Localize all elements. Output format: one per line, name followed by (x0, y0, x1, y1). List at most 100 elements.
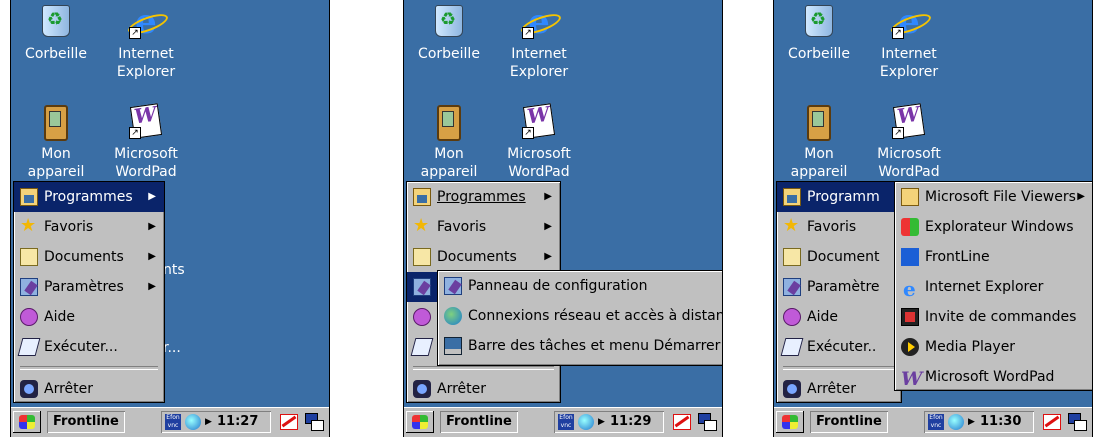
vnc-icon[interactable]: Efon vnc (165, 414, 181, 430)
submenu-item-control-panel[interactable]: Panneau de configuration (438, 271, 722, 301)
device-icon (437, 105, 461, 141)
switch-windows-icon[interactable] (696, 411, 718, 433)
menu-item-favorites[interactable]: Favoris▶ (14, 212, 164, 242)
input-panel-icon[interactable] (670, 411, 692, 433)
star-icon (413, 217, 431, 236)
menu-item-documents[interactable]: Document (777, 242, 901, 272)
documents-icon (413, 248, 431, 266)
input-panel-icon[interactable] (277, 411, 299, 433)
input-panel-icon[interactable] (1040, 411, 1062, 433)
start-button[interactable] (406, 411, 434, 433)
submenu-item-network-connections[interactable]: Connexions réseau et accès à distan (438, 301, 722, 331)
my-device-label: Mon appareil (420, 146, 478, 180)
desktop-icon-recycle-bin[interactable]: Corbeille (11, 5, 101, 63)
menu-item-documents[interactable]: Documents ▶ (407, 242, 560, 272)
programs-submenu: Microsoft File Viewers ▶ Explorateur Wind… (894, 181, 1092, 391)
desktop-icon-my-device[interactable]: Mon appareil (11, 105, 101, 181)
desktop-icon-my-device[interactable]: Mon appareil (774, 105, 864, 181)
desktop-icon-wordpad[interactable]: ↗ Microsoft WordPad (101, 103, 191, 181)
desktop-icon-wordpad[interactable]: ↗ Microsoft WordPad (864, 103, 954, 181)
submenu-item-windows-explorer[interactable]: Explorateur Windows (895, 212, 1092, 242)
desktop-icon-recycle-bin[interactable]: Corbeille (774, 5, 864, 63)
wordpad-label: Microsoft WordPad (877, 146, 941, 180)
screenshot-3: Corbeille e↗ Internet Explorer Mon appar… (773, 0, 1093, 437)
star-icon (783, 217, 801, 236)
menu-separator (20, 366, 158, 370)
vnc-icon[interactable]: Efon vnc (928, 414, 944, 430)
switch-windows-icon[interactable] (303, 411, 325, 433)
menu-item-run[interactable]: Exécuter.. (777, 332, 901, 362)
clock[interactable]: 11:29 (610, 411, 651, 433)
taskbar-task-frontline[interactable]: Frontline (810, 411, 888, 433)
desktop-icon-internet-explorer[interactable]: e ↗ Internet Explorer (494, 5, 584, 81)
programs-icon (413, 188, 431, 206)
expand-tray-icon[interactable]: ▶ (205, 417, 212, 427)
command-prompt-icon (901, 308, 919, 326)
menu-item-help[interactable]: Aide (14, 302, 164, 332)
desktop-icon-my-device[interactable]: Mon appareil (404, 105, 494, 181)
control-panel-icon (444, 277, 462, 295)
desktop-icon-internet-explorer[interactable]: e ↗ Internet Explorer (864, 5, 954, 81)
menu-item-programs[interactable]: Programmes ▶ (407, 182, 560, 212)
submenu-item-command-prompt[interactable]: Invite de commandes (895, 302, 1092, 332)
network-icon[interactable] (185, 414, 201, 430)
menu-item-documents[interactable]: Documents ▶ (14, 242, 164, 272)
submenu-item-taskbar-start-menu[interactable]: Barre des tâches et menu Démarrer (438, 331, 722, 361)
screenshot-1: Corbeille e↗ Internet Explorer Mon appar… (10, 0, 330, 437)
windows-explorer-icon (901, 218, 919, 236)
switch-windows-icon[interactable] (1066, 411, 1088, 433)
desktop-icon-internet-explorer[interactable]: e ↗ Internet Explorer (101, 5, 191, 81)
menu-item-favorites[interactable]: Favoris (777, 212, 901, 242)
help-icon (783, 308, 801, 326)
desktop-icon-wordpad[interactable]: ↗ Microsoft WordPad (494, 103, 584, 181)
menu-item-settings[interactable]: Paramètres▶ (14, 272, 164, 302)
documents-icon (783, 248, 801, 266)
submenu-arrow-icon: ▶ (1077, 191, 1085, 202)
menu-item-settings[interactable]: Paramètre (777, 272, 901, 302)
submenu-item-media-player[interactable]: Media Player (895, 332, 1092, 362)
device-icon (807, 105, 831, 141)
submenu-arrow-icon: ▶ (148, 191, 156, 202)
star-icon (20, 217, 38, 236)
help-icon (413, 308, 431, 326)
submenu-item-wordpad[interactable]: Microsoft WordPad (895, 362, 1092, 390)
menu-item-favorites[interactable]: Favoris▶ (407, 212, 560, 242)
menu-item-shutdown[interactable]: Arrêter (777, 374, 901, 402)
submenu-item-file-viewers[interactable]: Microsoft File Viewers ▶ (895, 182, 1092, 212)
vnc-icon[interactable]: Efon vnc (558, 414, 574, 430)
menu-item-programs[interactable]: Programmes ▶ (14, 182, 164, 212)
submenu-arrow-icon: ▶ (148, 251, 156, 262)
desktop-icon-recycle-bin[interactable]: Corbeille (404, 5, 494, 63)
submenu-item-internet-explorer[interactable]: Internet Explorer (895, 272, 1092, 304)
start-button[interactable] (776, 411, 804, 433)
taskbar: Frontline Efon vnc ▶ 11:30 (774, 407, 1092, 437)
folder-icon (901, 188, 919, 206)
expand-tray-icon[interactable]: ▶ (968, 417, 975, 427)
settings-icon (783, 278, 801, 296)
menu-item-shutdown[interactable]: Arrêter (14, 374, 164, 404)
wordpad-label: Microsoft WordPad (507, 146, 571, 180)
menu-item-programs[interactable]: Programm (777, 182, 901, 212)
ie-label: Internet Explorer (116, 46, 176, 80)
taskbar-task-frontline[interactable]: Frontline (440, 411, 518, 433)
clock[interactable]: 11:27 (217, 411, 258, 433)
menu-item-shutdown[interactable]: Arrêter (407, 374, 560, 404)
help-icon (20, 308, 38, 326)
network-icon[interactable] (948, 414, 964, 430)
obscured-desktop-label: nts (163, 262, 185, 278)
recycle-bin-icon (42, 5, 70, 37)
menu-item-run[interactable]: Exécuter... (14, 332, 164, 362)
programs-icon (783, 188, 801, 206)
clock[interactable]: 11:30 (980, 411, 1021, 433)
start-button[interactable] (13, 411, 41, 433)
internet-explorer-icon (901, 274, 919, 304)
menu-separator (413, 366, 554, 370)
taskbar-task-frontline[interactable]: Frontline (47, 411, 125, 433)
submenu-item-frontline[interactable]: FrontLine (895, 242, 1092, 272)
my-device-label: Mon appareil (27, 146, 85, 180)
start-menu: Programmes▶ Favoris▶ Documents▶ Paramètr… (13, 181, 165, 403)
menu-item-help[interactable]: Aide (777, 302, 901, 332)
media-player-icon (901, 338, 919, 356)
network-icon[interactable] (578, 414, 594, 430)
expand-tray-icon[interactable]: ▶ (598, 417, 605, 427)
